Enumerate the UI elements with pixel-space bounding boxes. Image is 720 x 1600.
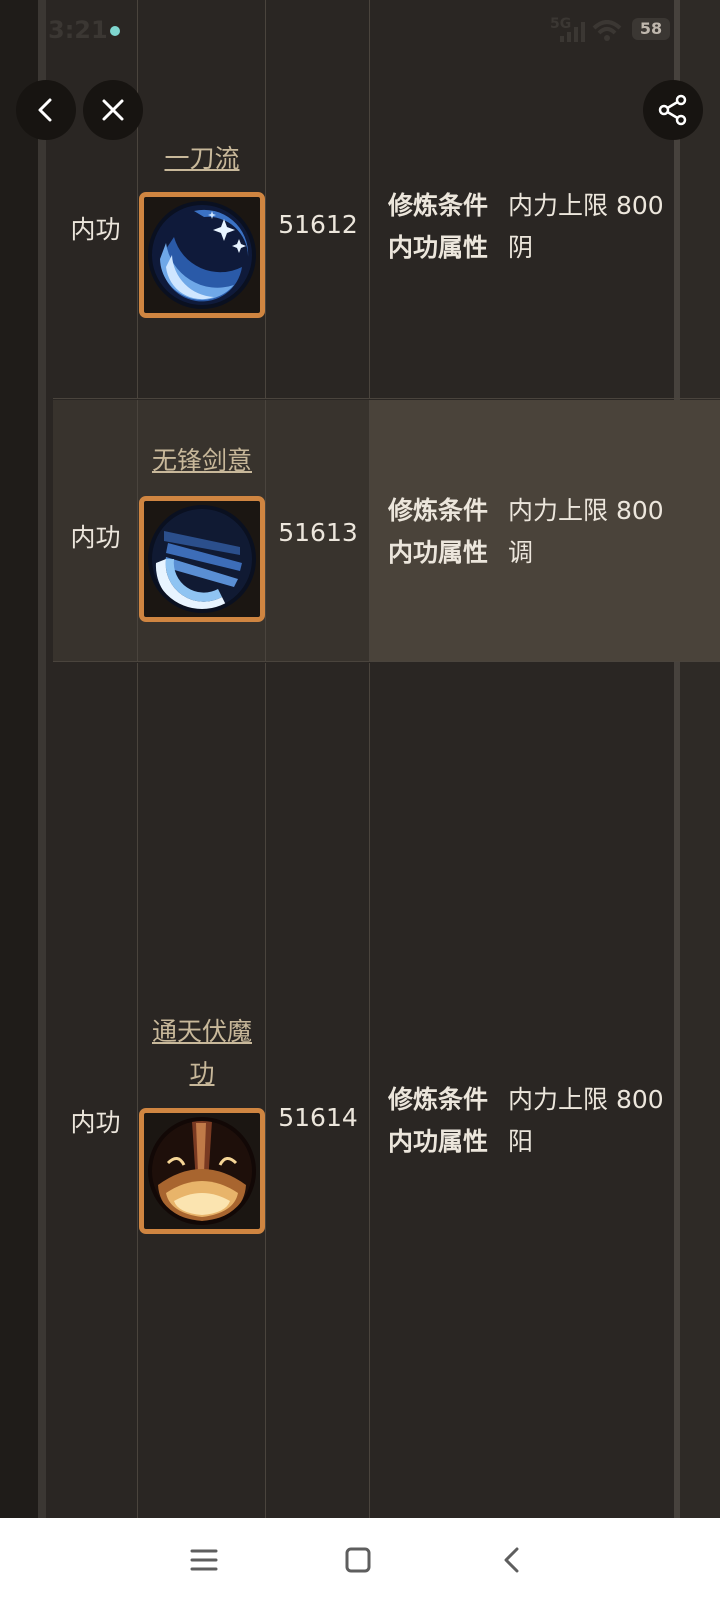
close-icon bbox=[102, 99, 124, 121]
attr-row: 内功属性阳 bbox=[388, 1121, 664, 1163]
share-icon bbox=[658, 94, 687, 126]
back-icon bbox=[504, 1547, 519, 1573]
attr-key: 修炼条件 bbox=[388, 191, 489, 220]
skill-icon[interactable] bbox=[139, 496, 265, 622]
skill-id: 51612 bbox=[278, 210, 358, 239]
attr-value: 内力上限 800 bbox=[508, 496, 664, 525]
back-icon bbox=[38, 98, 52, 122]
table-row: 内功 无锋剑意 51613 修炼条件 内力上限 800 内功属性调 bbox=[53, 400, 720, 662]
skill-attributes: 修炼条件 内力上限 800 内功属性阴 bbox=[388, 185, 664, 269]
attr-key: 修炼条件 bbox=[388, 496, 489, 525]
back-button[interactable] bbox=[16, 80, 76, 140]
left-divider bbox=[38, 0, 46, 1518]
system-nav-bar bbox=[0, 1518, 720, 1600]
skill-type: 内功 bbox=[70, 523, 121, 552]
status-time: 3:21 bbox=[48, 16, 108, 44]
skill-icon[interactable] bbox=[139, 192, 265, 318]
skill-name-link[interactable]: 通天伏魔 功 bbox=[138, 1011, 266, 1095]
skill-icon[interactable] bbox=[139, 1108, 265, 1234]
left-panel-edge bbox=[0, 0, 42, 1518]
skill-type: 内功 bbox=[70, 215, 121, 244]
table-row: 内功 通天伏魔 功 51614 修炼条件 内力上限 800 内功属性 阳 bbox=[53, 663, 720, 1518]
skill-type: 内功 bbox=[70, 1108, 121, 1137]
attr-row: 修炼条件 内力上限 800 bbox=[388, 490, 664, 532]
attr-value: 调 bbox=[508, 538, 534, 567]
attr-key: 内功属性 bbox=[388, 233, 489, 262]
attr-key: 内功属性 bbox=[388, 1127, 489, 1156]
skill-name-line: 功 bbox=[189, 1059, 215, 1088]
close-button[interactable] bbox=[83, 80, 143, 140]
attr-value: 内力上限 800 bbox=[508, 191, 664, 220]
attr-row: 修炼条件 内力上限 800 bbox=[388, 185, 664, 227]
battery-indicator: 58 bbox=[632, 18, 670, 40]
share-button[interactable] bbox=[643, 80, 703, 140]
attr-value: 内力上限 800 bbox=[508, 1085, 664, 1114]
attr-value: 阴 bbox=[508, 233, 534, 262]
screen: 内功 一刀流 51612 修炼条件 内力上限 800 内功属性阴 内功 无锋剑意… bbox=[0, 0, 720, 1600]
attr-key: 修炼条件 bbox=[388, 1085, 489, 1114]
skill-attributes: 修炼条件 内力上限 800 内功属性阳 bbox=[388, 1079, 664, 1163]
skill-name-link[interactable]: 无锋剑意 bbox=[138, 440, 266, 482]
nav-back-button[interactable] bbox=[492, 1540, 532, 1580]
recents-button[interactable] bbox=[184, 1540, 224, 1580]
home-button[interactable] bbox=[338, 1540, 378, 1580]
skill-name-line: 通天伏魔 bbox=[151, 1017, 252, 1046]
signal-icon bbox=[560, 22, 585, 42]
home-icon bbox=[345, 1547, 371, 1573]
skill-id: 51614 bbox=[278, 1103, 358, 1132]
attr-value: 阳 bbox=[508, 1127, 534, 1156]
skill-id: 51613 bbox=[278, 518, 358, 547]
attr-row: 内功属性调 bbox=[388, 532, 664, 574]
attr-key: 内功属性 bbox=[388, 538, 489, 567]
attr-row: 修炼条件 内力上限 800 bbox=[388, 1079, 664, 1121]
table-row: 内功 一刀流 51612 修炼条件 内力上限 800 内功属性阴 bbox=[53, 0, 720, 399]
menu-icon bbox=[190, 1549, 218, 1571]
notification-dot-icon bbox=[110, 26, 120, 36]
skill-attributes: 修炼条件 内力上限 800 内功属性调 bbox=[388, 490, 664, 574]
skill-name-link[interactable]: 一刀流 bbox=[138, 138, 266, 180]
attr-row: 内功属性阴 bbox=[388, 227, 664, 269]
skills-table: 内功 一刀流 51612 修炼条件 内力上限 800 内功属性阴 内功 无锋剑意… bbox=[53, 0, 720, 1518]
status-bar: 3:21 5G 58 bbox=[0, 0, 720, 54]
wifi-icon bbox=[592, 20, 622, 41]
